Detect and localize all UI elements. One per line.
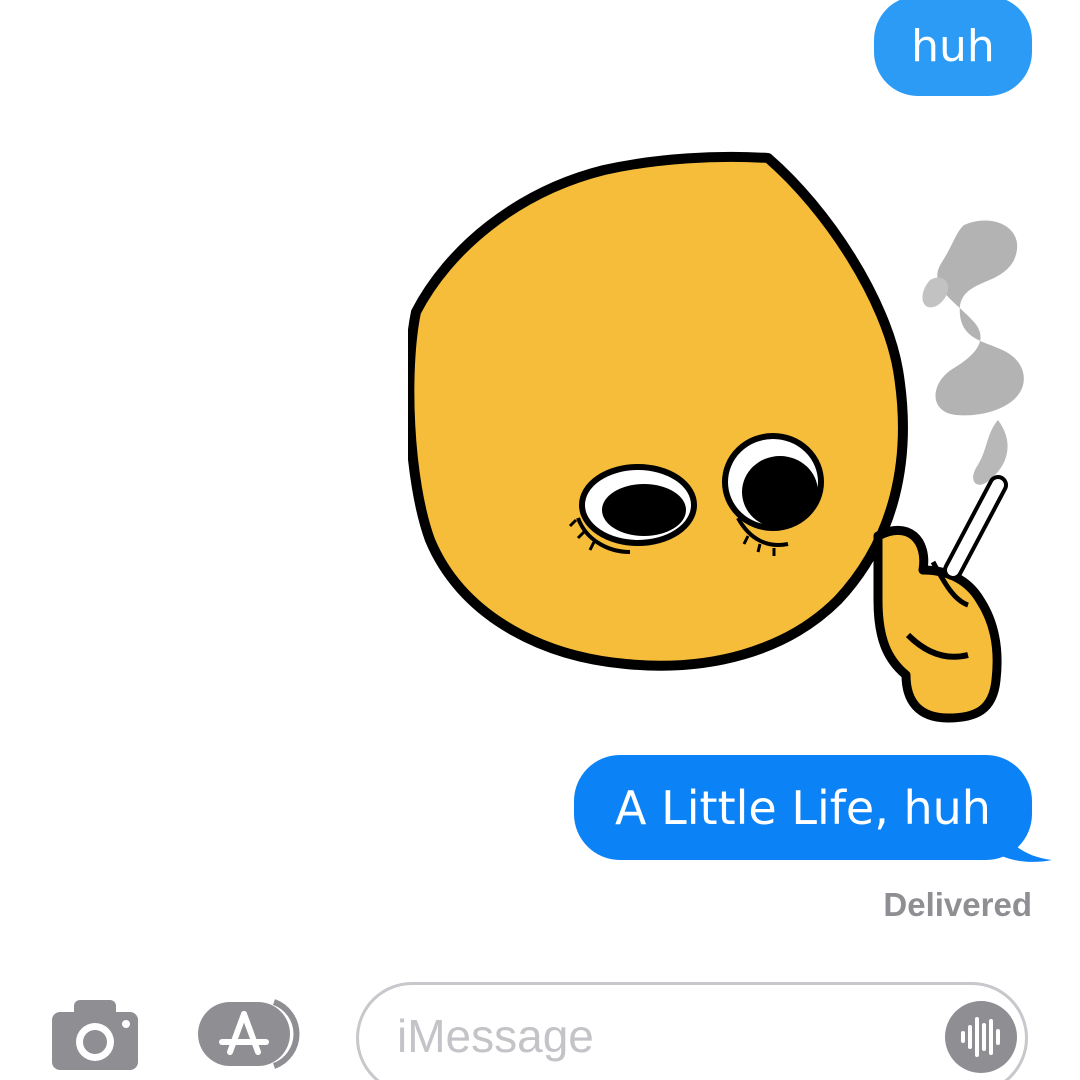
audio-waveform-icon bbox=[945, 1001, 1017, 1073]
bubble-tail bbox=[994, 808, 1052, 862]
messages-screen: huh A Little Life, huh Delivered iMessag… bbox=[0, 0, 1080, 1080]
camera-icon bbox=[52, 1000, 138, 1070]
sticker-message[interactable] bbox=[404, 100, 1034, 750]
audio-message-button[interactable] bbox=[945, 1001, 1017, 1073]
message-bubble-outgoing[interactable]: A Little Life, huh bbox=[574, 755, 1032, 860]
app-store-button[interactable] bbox=[198, 998, 310, 1070]
app-store-icon bbox=[198, 999, 300, 1069]
message-text: huh bbox=[911, 20, 995, 72]
message-text: A Little Life, huh bbox=[615, 780, 991, 835]
input-placeholder: iMessage bbox=[397, 1010, 594, 1062]
message-input[interactable]: iMessage bbox=[356, 982, 1028, 1080]
cursed-emoji-smoking-sticker bbox=[404, 151, 1024, 723]
delivery-status: Delivered bbox=[883, 886, 1032, 923]
message-bubble-outgoing[interactable]: huh bbox=[874, 0, 1032, 96]
camera-button[interactable] bbox=[52, 1000, 138, 1070]
